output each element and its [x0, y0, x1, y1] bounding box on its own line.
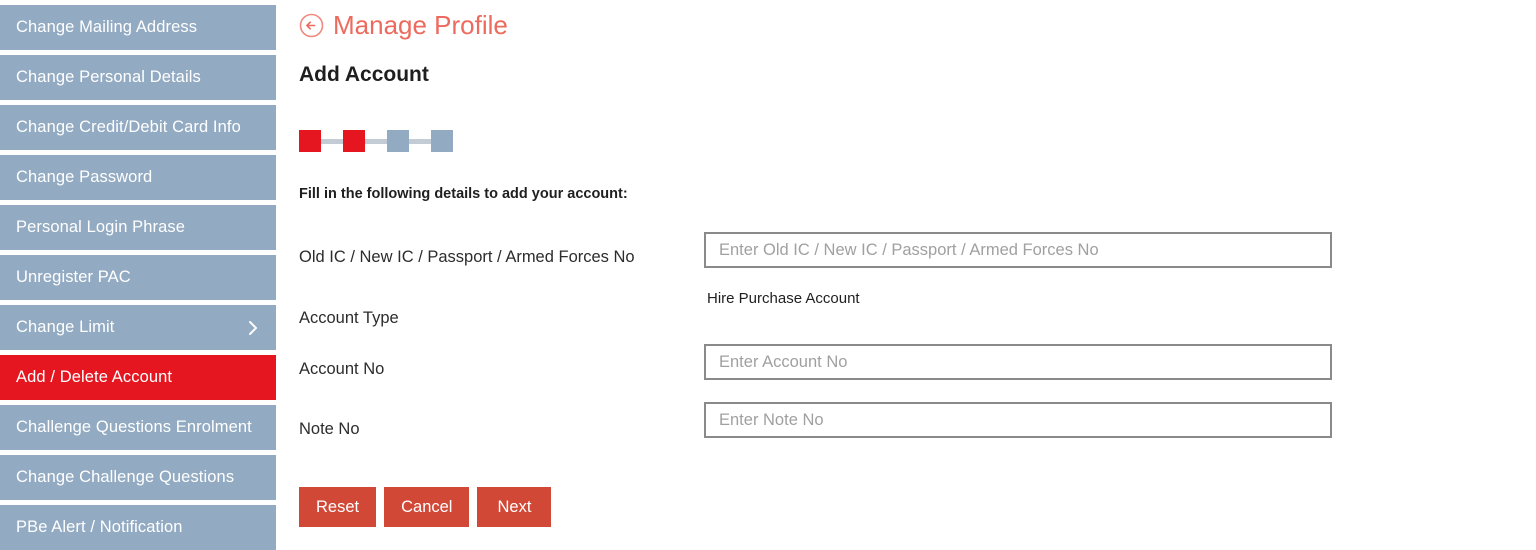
form-actions: Reset Cancel Next	[299, 487, 552, 527]
form-intro-text: Fill in the following details to add you…	[299, 186, 628, 202]
sidebar-item-change-credit-debit-card-info[interactable]: Change Credit/Debit Card Info	[0, 105, 276, 150]
account-type-value: Hire Purchase Account	[707, 290, 860, 307]
sidebar-item-unregister-pac[interactable]: Unregister PAC	[0, 255, 276, 300]
sidebar-item-label: PBe Alert / Notification	[16, 518, 183, 537]
label-note-no: Note No	[299, 420, 360, 438]
note-no-input[interactable]: Enter Note No	[704, 402, 1332, 438]
reset-button[interactable]: Reset	[299, 487, 377, 527]
sidebar-item-label: Unregister PAC	[16, 268, 131, 287]
sidebar-item-label: Change Credit/Debit Card Info	[16, 118, 241, 137]
label-account-type: Account Type	[299, 309, 399, 327]
step-4-box	[431, 130, 453, 152]
sidebar-item-label: Change Password	[16, 168, 153, 187]
section-title: Add Account	[299, 63, 429, 86]
page-title: Manage Profile	[333, 10, 508, 40]
back-to-manage-profile[interactable]: Manage Profile	[299, 12, 508, 38]
sidebar-item-label: Change Limit	[16, 318, 115, 337]
manage-profile-page: Change Mailing Address Change Personal D…	[0, 0, 1536, 550]
sidebar-item-change-password[interactable]: Change Password	[0, 155, 276, 200]
step-2-box	[343, 130, 365, 152]
sidebar-item-label: Personal Login Phrase	[16, 218, 186, 237]
sidebar-item-personal-login-phrase[interactable]: Personal Login Phrase	[0, 205, 276, 250]
sidebar-nav: Change Mailing Address Change Personal D…	[0, 5, 276, 550]
sidebar-item-label: Challenge Questions Enrolment	[16, 418, 252, 437]
step-indicator	[299, 130, 453, 152]
note-no-placeholder: Enter Note No	[719, 410, 824, 429]
account-no-placeholder: Enter Account No	[719, 352, 848, 371]
step-connector-2	[365, 138, 387, 144]
step-3-box	[387, 130, 409, 152]
identification-no-placeholder: Enter Old IC / New IC / Passport / Armed…	[719, 240, 1099, 259]
cancel-button[interactable]: Cancel	[384, 487, 470, 527]
label-identification-no: Old IC / New IC / Passport / Armed Force…	[299, 248, 635, 266]
label-account-no: Account No	[299, 360, 385, 378]
sidebar-item-change-limit[interactable]: Change Limit	[0, 305, 276, 350]
sidebar-item-change-challenge-questions[interactable]: Change Challenge Questions	[0, 455, 276, 500]
next-button[interactable]: Next	[477, 487, 552, 527]
step-1-box	[299, 130, 321, 152]
sidebar-item-label: Change Personal Details	[16, 68, 201, 87]
step-connector-1	[321, 138, 343, 144]
sidebar-item-change-personal-details[interactable]: Change Personal Details	[0, 55, 276, 100]
sidebar-item-challenge-questions-enrolment[interactable]: Challenge Questions Enrolment	[0, 405, 276, 450]
sidebar-item-pbe-alert-notification[interactable]: PBe Alert / Notification	[0, 505, 276, 550]
step-connector-3	[409, 138, 431, 144]
sidebar-item-change-mailing-address[interactable]: Change Mailing Address	[0, 5, 276, 50]
sidebar-item-add-delete-account[interactable]: Add / Delete Account	[0, 355, 276, 400]
sidebar-item-label: Change Mailing Address	[16, 18, 198, 37]
account-no-input[interactable]: Enter Account No	[704, 344, 1332, 380]
identification-no-input[interactable]: Enter Old IC / New IC / Passport / Armed…	[704, 232, 1332, 268]
chevron-right-icon	[248, 320, 258, 335]
sidebar-item-label: Add / Delete Account	[16, 368, 173, 387]
circle-arrow-left-icon[interactable]	[299, 13, 324, 38]
main-content: Manage Profile Add Account Fill in the f…	[299, 0, 1536, 550]
sidebar-item-label: Change Challenge Questions	[16, 468, 235, 487]
